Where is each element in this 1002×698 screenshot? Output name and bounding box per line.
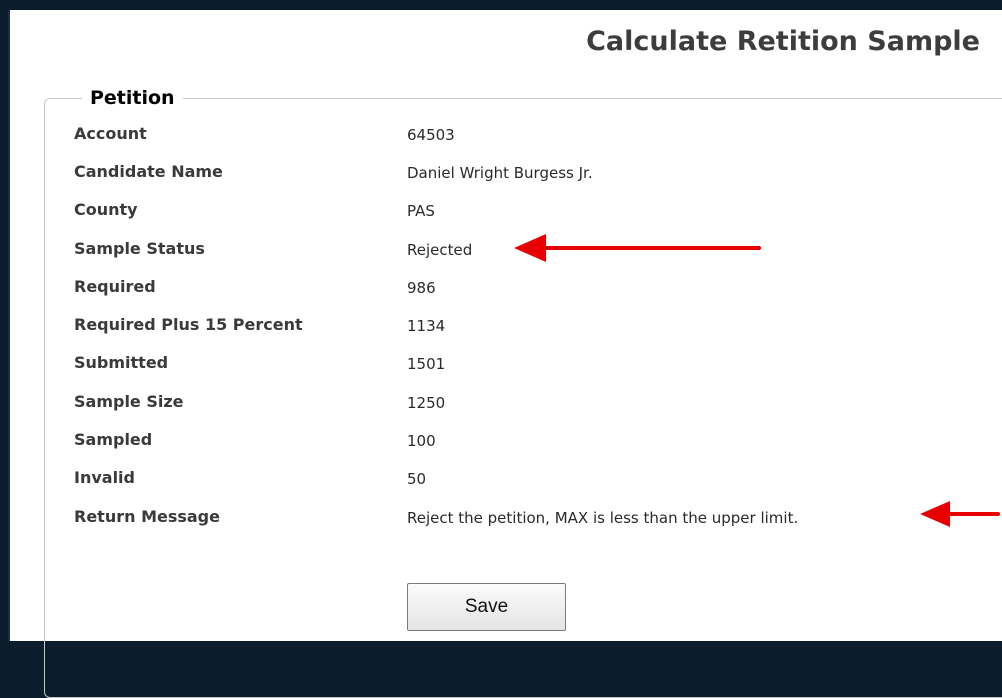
invalid-label: Invalid [74,468,135,487]
required-plus-15-percent-value: 1134 [407,317,446,335]
save-button[interactable]: Save [407,583,566,631]
sampled-value: 100 [407,432,436,450]
required-label: Required [74,277,156,296]
candidate-name-value: Daniel Wright Burgess Jr. [407,164,593,182]
invalid-value: 50 [407,470,427,488]
account-value: 64503 [407,126,455,144]
sample-size-label: Sample Size [74,392,184,411]
submitted-value: 1501 [407,355,446,373]
submitted-label: Submitted [74,353,169,372]
sample-status-label: Sample Status [74,239,205,258]
sampled-label: Sampled [74,430,153,449]
county-value: PAS [407,202,435,220]
required-value: 986 [407,279,436,297]
county-label: County [74,200,138,219]
account-label: Account [74,124,147,143]
left-arrow-icon [514,234,761,262]
candidate-name-label: Candidate Name [74,162,223,181]
return-message-label: Return Message [74,507,220,526]
sample-size-value: 1250 [407,394,446,412]
left-arrow-icon [920,501,1000,527]
petition-details: Account 64503 Candidate Name Daniel Wrig… [10,10,1002,641]
content-panel: Calculate Retition Sample Petition Accou… [8,10,1002,698]
sample-status-value: Rejected [407,241,473,259]
required-plus-15-percent-label: Required Plus 15 Percent [74,315,303,334]
window-frame: Calculate Retition Sample Petition Accou… [0,0,1002,698]
return-message-value: Reject the petition, MAX is less than th… [407,509,799,527]
